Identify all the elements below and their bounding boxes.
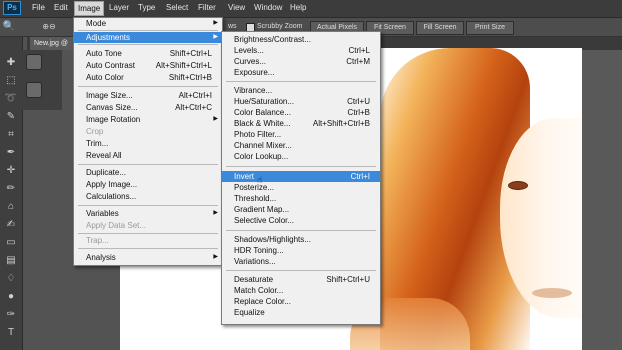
menu-layer[interactable]: Layer <box>109 3 129 12</box>
menu-bar: Ps File Edit Image Layer Type Select Fil… <box>0 0 622 18</box>
menu-item-auto-contrast[interactable]: Auto Contrast Alt+Shift+Ctrl+L <box>74 60 222 71</box>
menu-item-calculations[interactable]: Calculations... <box>74 191 222 202</box>
menu-filter[interactable]: Filter <box>198 3 216 12</box>
healing-tool-icon[interactable]: ✛ <box>4 165 18 177</box>
menu-item-image-rotation[interactable]: Image Rotation ▶ <box>74 114 222 125</box>
menu-item-match-color[interactable]: Match Color... <box>222 285 380 296</box>
menu-item-hdr-toning[interactable]: HDR Toning... <box>222 245 380 256</box>
type-tool-icon[interactable]: T <box>4 327 18 339</box>
menu-item-replace-color[interactable]: Replace Color... <box>222 296 380 307</box>
menu-item-equalize[interactable]: Equalize <box>222 307 380 318</box>
marquee-tool-icon[interactable]: ⬚ <box>4 75 18 87</box>
menu-item-hue-saturation[interactable]: Hue/Saturation... Ctrl+U <box>222 96 380 107</box>
menu-type[interactable]: Type <box>138 3 155 12</box>
properties-panel-icon[interactable] <box>26 82 42 98</box>
collapsed-panel-strip <box>22 50 62 110</box>
move-tool-icon[interactable]: ✚ <box>4 57 18 69</box>
menu-item-desaturate[interactable]: Desaturate Shift+Ctrl+U <box>222 274 380 285</box>
menu-item-crop: Crop <box>86 127 104 136</box>
image-menu-dropdown: Mode ▶ Adjustments ▶ Auto Tone Shift+Ctrl+L… <box>73 17 223 266</box>
menu-item-trim[interactable]: Trim... <box>74 138 222 149</box>
stamp-tool-icon[interactable]: ⌂ <box>4 201 18 213</box>
menu-item-brightness-contrast[interactable]: Brightness/Contrast... <box>222 34 380 45</box>
menu-item-exposure[interactable]: Exposure... <box>222 67 380 78</box>
tools-panel: ✚ ⬚ ➰ ✎ ⌗ ✒ ✛ ✏ ⌂ ✍ ▭ ▤ ♢ ● ✑ T <box>0 37 23 350</box>
print-size-button[interactable]: Print Size <box>466 21 514 35</box>
photo-eye <box>508 181 528 190</box>
right-panel-dock <box>582 50 622 350</box>
menu-item-color-balance[interactable]: Color Balance... Ctrl+B <box>222 107 380 118</box>
menu-item-mode[interactable]: Mode ▶ <box>74 18 222 29</box>
menu-item-levels[interactable]: Levels... Ctrl+L <box>222 45 380 56</box>
menu-item-reveal-all[interactable]: Reveal All <box>74 150 222 161</box>
menu-item-curves[interactable]: Curves... Ctrl+M <box>222 56 380 67</box>
document-tab[interactable]: New.jpg @ <box>30 37 78 50</box>
lasso-tool-icon[interactable]: ➰ <box>4 93 18 105</box>
menu-item-auto-tone[interactable]: Auto Tone Shift+Ctrl+L <box>74 48 222 59</box>
quick-select-tool-icon[interactable]: ✎ <box>4 111 18 123</box>
menu-item-posterize[interactable]: Posterize... <box>222 182 380 193</box>
crop-tool-icon[interactable]: ⌗ <box>4 129 18 141</box>
menu-item-channel-mixer[interactable]: Channel Mixer... <box>222 140 380 151</box>
adjustments-submenu: Brightness/Contrast... Levels... Ctrl+L C… <box>221 31 381 325</box>
zoom-options-tail: ws <box>228 23 237 30</box>
menu-item-variations[interactable]: Variations... <box>222 256 380 267</box>
menu-item-image-size[interactable]: Image Size... Alt+Ctrl+I <box>74 90 222 101</box>
menu-item-canvas-size[interactable]: Canvas Size... Alt+Ctrl+C <box>74 102 222 113</box>
menu-image[interactable]: Image <box>74 1 105 16</box>
menu-item-shadows-highlights[interactable]: Shadows/Highlights... <box>222 234 380 245</box>
scrubby-zoom-label: Scrubby Zoom <box>257 23 303 30</box>
menu-item-auto-color[interactable]: Auto Color Shift+Ctrl+B <box>74 72 222 83</box>
menu-item-color-lookup[interactable]: Color Lookup... <box>222 151 380 162</box>
eyedropper-tool-icon[interactable]: ✒ <box>4 147 18 159</box>
photo-lips <box>532 288 572 298</box>
history-panel-icon[interactable] <box>26 54 42 70</box>
menu-item-selective-color[interactable]: Selective Color... <box>222 215 380 226</box>
menu-file[interactable]: File <box>32 3 45 12</box>
dodge-tool-icon[interactable]: ● <box>4 291 18 303</box>
menu-item-vibrance[interactable]: Vibrance... <box>222 85 380 96</box>
blur-tool-icon[interactable]: ♢ <box>4 273 18 285</box>
fill-screen-button[interactable]: Fill Screen <box>416 21 464 35</box>
menu-item-black-white[interactable]: Black & White... Alt+Shift+Ctrl+B <box>222 118 380 129</box>
menu-edit[interactable]: Edit <box>54 3 68 12</box>
menu-item-adjustments[interactable]: Adjustments ▶ <box>74 32 222 43</box>
menu-item-invert[interactable]: Invert Ctrl+I <box>222 171 380 182</box>
menu-item-trap: Trap... <box>86 236 109 245</box>
menu-select[interactable]: Select <box>166 3 188 12</box>
zoom-mode-icons[interactable]: ⊕⊖ <box>36 21 62 33</box>
menu-help[interactable]: Help <box>290 3 306 12</box>
menu-item-apply-data-set: Apply Data Set... <box>86 221 147 230</box>
menu-item-variables[interactable]: Variables ▶ <box>74 208 222 219</box>
menu-item-apply-image[interactable]: Apply Image... <box>74 179 222 190</box>
gradient-tool-icon[interactable]: ▤ <box>4 255 18 267</box>
menu-window[interactable]: Window <box>254 3 282 12</box>
pen-tool-icon[interactable]: ✑ <box>4 309 18 321</box>
menu-item-duplicate[interactable]: Duplicate... <box>74 167 222 178</box>
menu-item-photo-filter[interactable]: Photo Filter... <box>222 129 380 140</box>
brush-tool-icon[interactable]: ✏ <box>4 183 18 195</box>
photoshop-logo-icon: Ps <box>3 1 21 15</box>
menu-item-gradient-map[interactable]: Gradient Map... <box>222 204 380 215</box>
menu-view[interactable]: View <box>228 3 245 12</box>
menu-item-analysis[interactable]: Analysis ▶ <box>74 252 222 263</box>
menu-item-threshold[interactable]: Threshold... <box>222 193 380 204</box>
zoom-tool-icon: 🔍 <box>2 21 16 32</box>
history-brush-tool-icon[interactable]: ✍ <box>4 219 18 231</box>
eraser-tool-icon[interactable]: ▭ <box>4 237 18 249</box>
